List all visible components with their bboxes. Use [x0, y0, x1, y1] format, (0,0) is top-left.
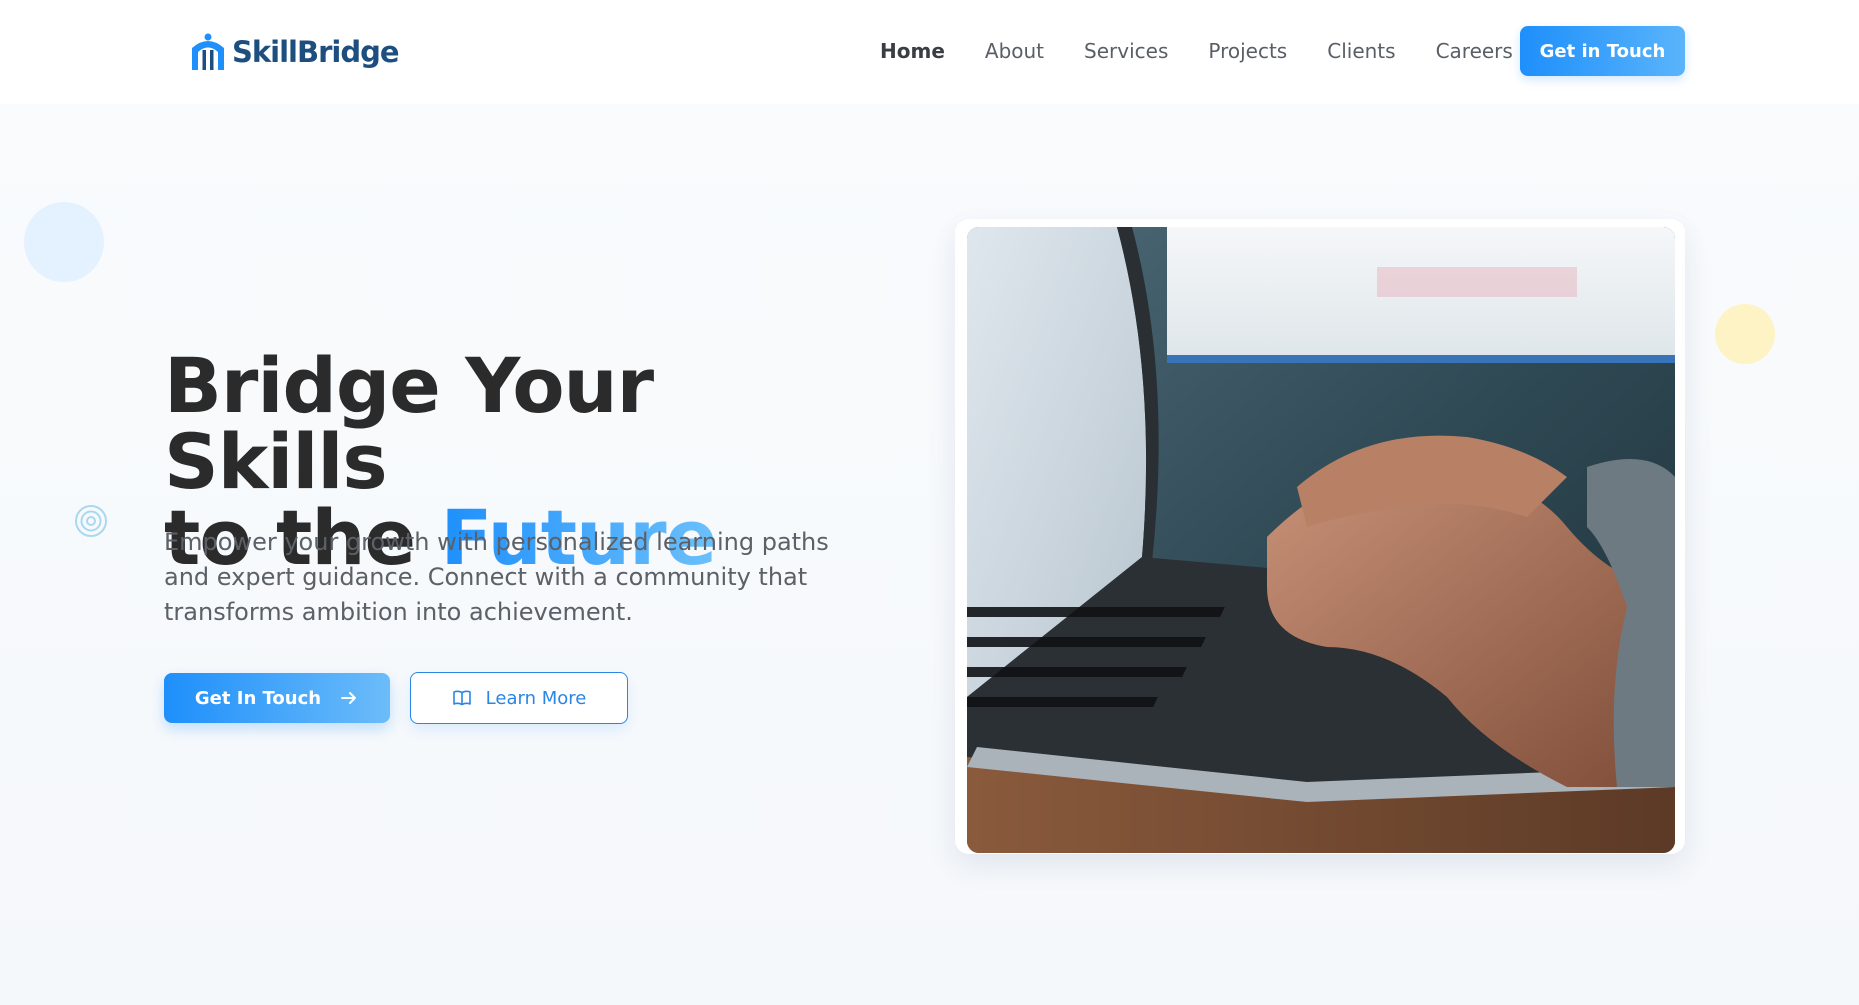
- hero-get-in-touch-label: Get In Touch: [194, 687, 322, 709]
- nav-link-home[interactable]: Home: [880, 36, 945, 66]
- nav-link-careers[interactable]: Careers: [1436, 36, 1513, 66]
- hero-section: Bridge Your Skills to the Future Empower…: [0, 104, 1859, 1005]
- nav-link-about[interactable]: About: [985, 36, 1044, 66]
- nav-get-in-touch-button[interactable]: Get in Touch: [1520, 26, 1685, 76]
- hero-learn-more-label: Learn More: [485, 687, 587, 709]
- hero-get-in-touch-button[interactable]: Get In Touch: [164, 673, 390, 723]
- navbar: SkillBridge Home About Services Projects…: [0, 0, 1859, 104]
- arrow-right-icon: [341, 692, 357, 704]
- decorative-blue-circle: [24, 202, 104, 282]
- nav-link-clients[interactable]: Clients: [1327, 36, 1395, 66]
- hero-learn-more-button[interactable]: Learn More: [410, 672, 628, 724]
- nav-link-services[interactable]: Services: [1084, 36, 1168, 66]
- hero-title-line1: Bridge Your Skills: [164, 341, 654, 506]
- hero-subtitle: Empower your growth with personalized le…: [164, 528, 829, 626]
- decorative-yellow-circle: [1715, 304, 1775, 364]
- brand-logo[interactable]: SkillBridge: [190, 31, 400, 73]
- bridge-logo-icon: [192, 33, 224, 70]
- main-nav: Home About Services Projects Clients Car…: [880, 36, 1553, 66]
- hero-image-card: [955, 219, 1685, 854]
- target-icon: [75, 505, 107, 537]
- book-open-icon: [452, 690, 471, 706]
- brand-name: SkillBridge: [232, 35, 400, 69]
- nav-link-projects[interactable]: Projects: [1208, 36, 1287, 66]
- hero-laptop-photo: [967, 227, 1675, 853]
